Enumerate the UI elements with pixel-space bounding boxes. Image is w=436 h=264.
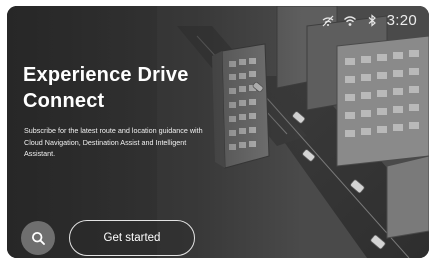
hero-title-line-1: Experience Drive <box>23 64 189 86</box>
wifi-icon <box>343 14 357 28</box>
clock-time: 3:20 <box>386 12 417 29</box>
bluetooth-icon <box>365 14 379 28</box>
display-bezel: 3:20 Experience Drive Connect Subscribe … <box>0 0 436 264</box>
status-bar: 3:20 <box>321 12 417 29</box>
search-button[interactable] <box>21 221 55 255</box>
infotainment-screen: 3:20 Experience Drive Connect Subscribe … <box>7 6 429 258</box>
hero-title-line-2: Connect <box>23 90 105 112</box>
hero-description: Subscribe for the latest route and locat… <box>24 126 203 158</box>
no-signal-icon <box>321 14 335 28</box>
search-icon <box>31 231 46 246</box>
get-started-button[interactable]: Get started <box>69 220 195 256</box>
hero-title: Experience Drive Connect <box>23 62 243 114</box>
